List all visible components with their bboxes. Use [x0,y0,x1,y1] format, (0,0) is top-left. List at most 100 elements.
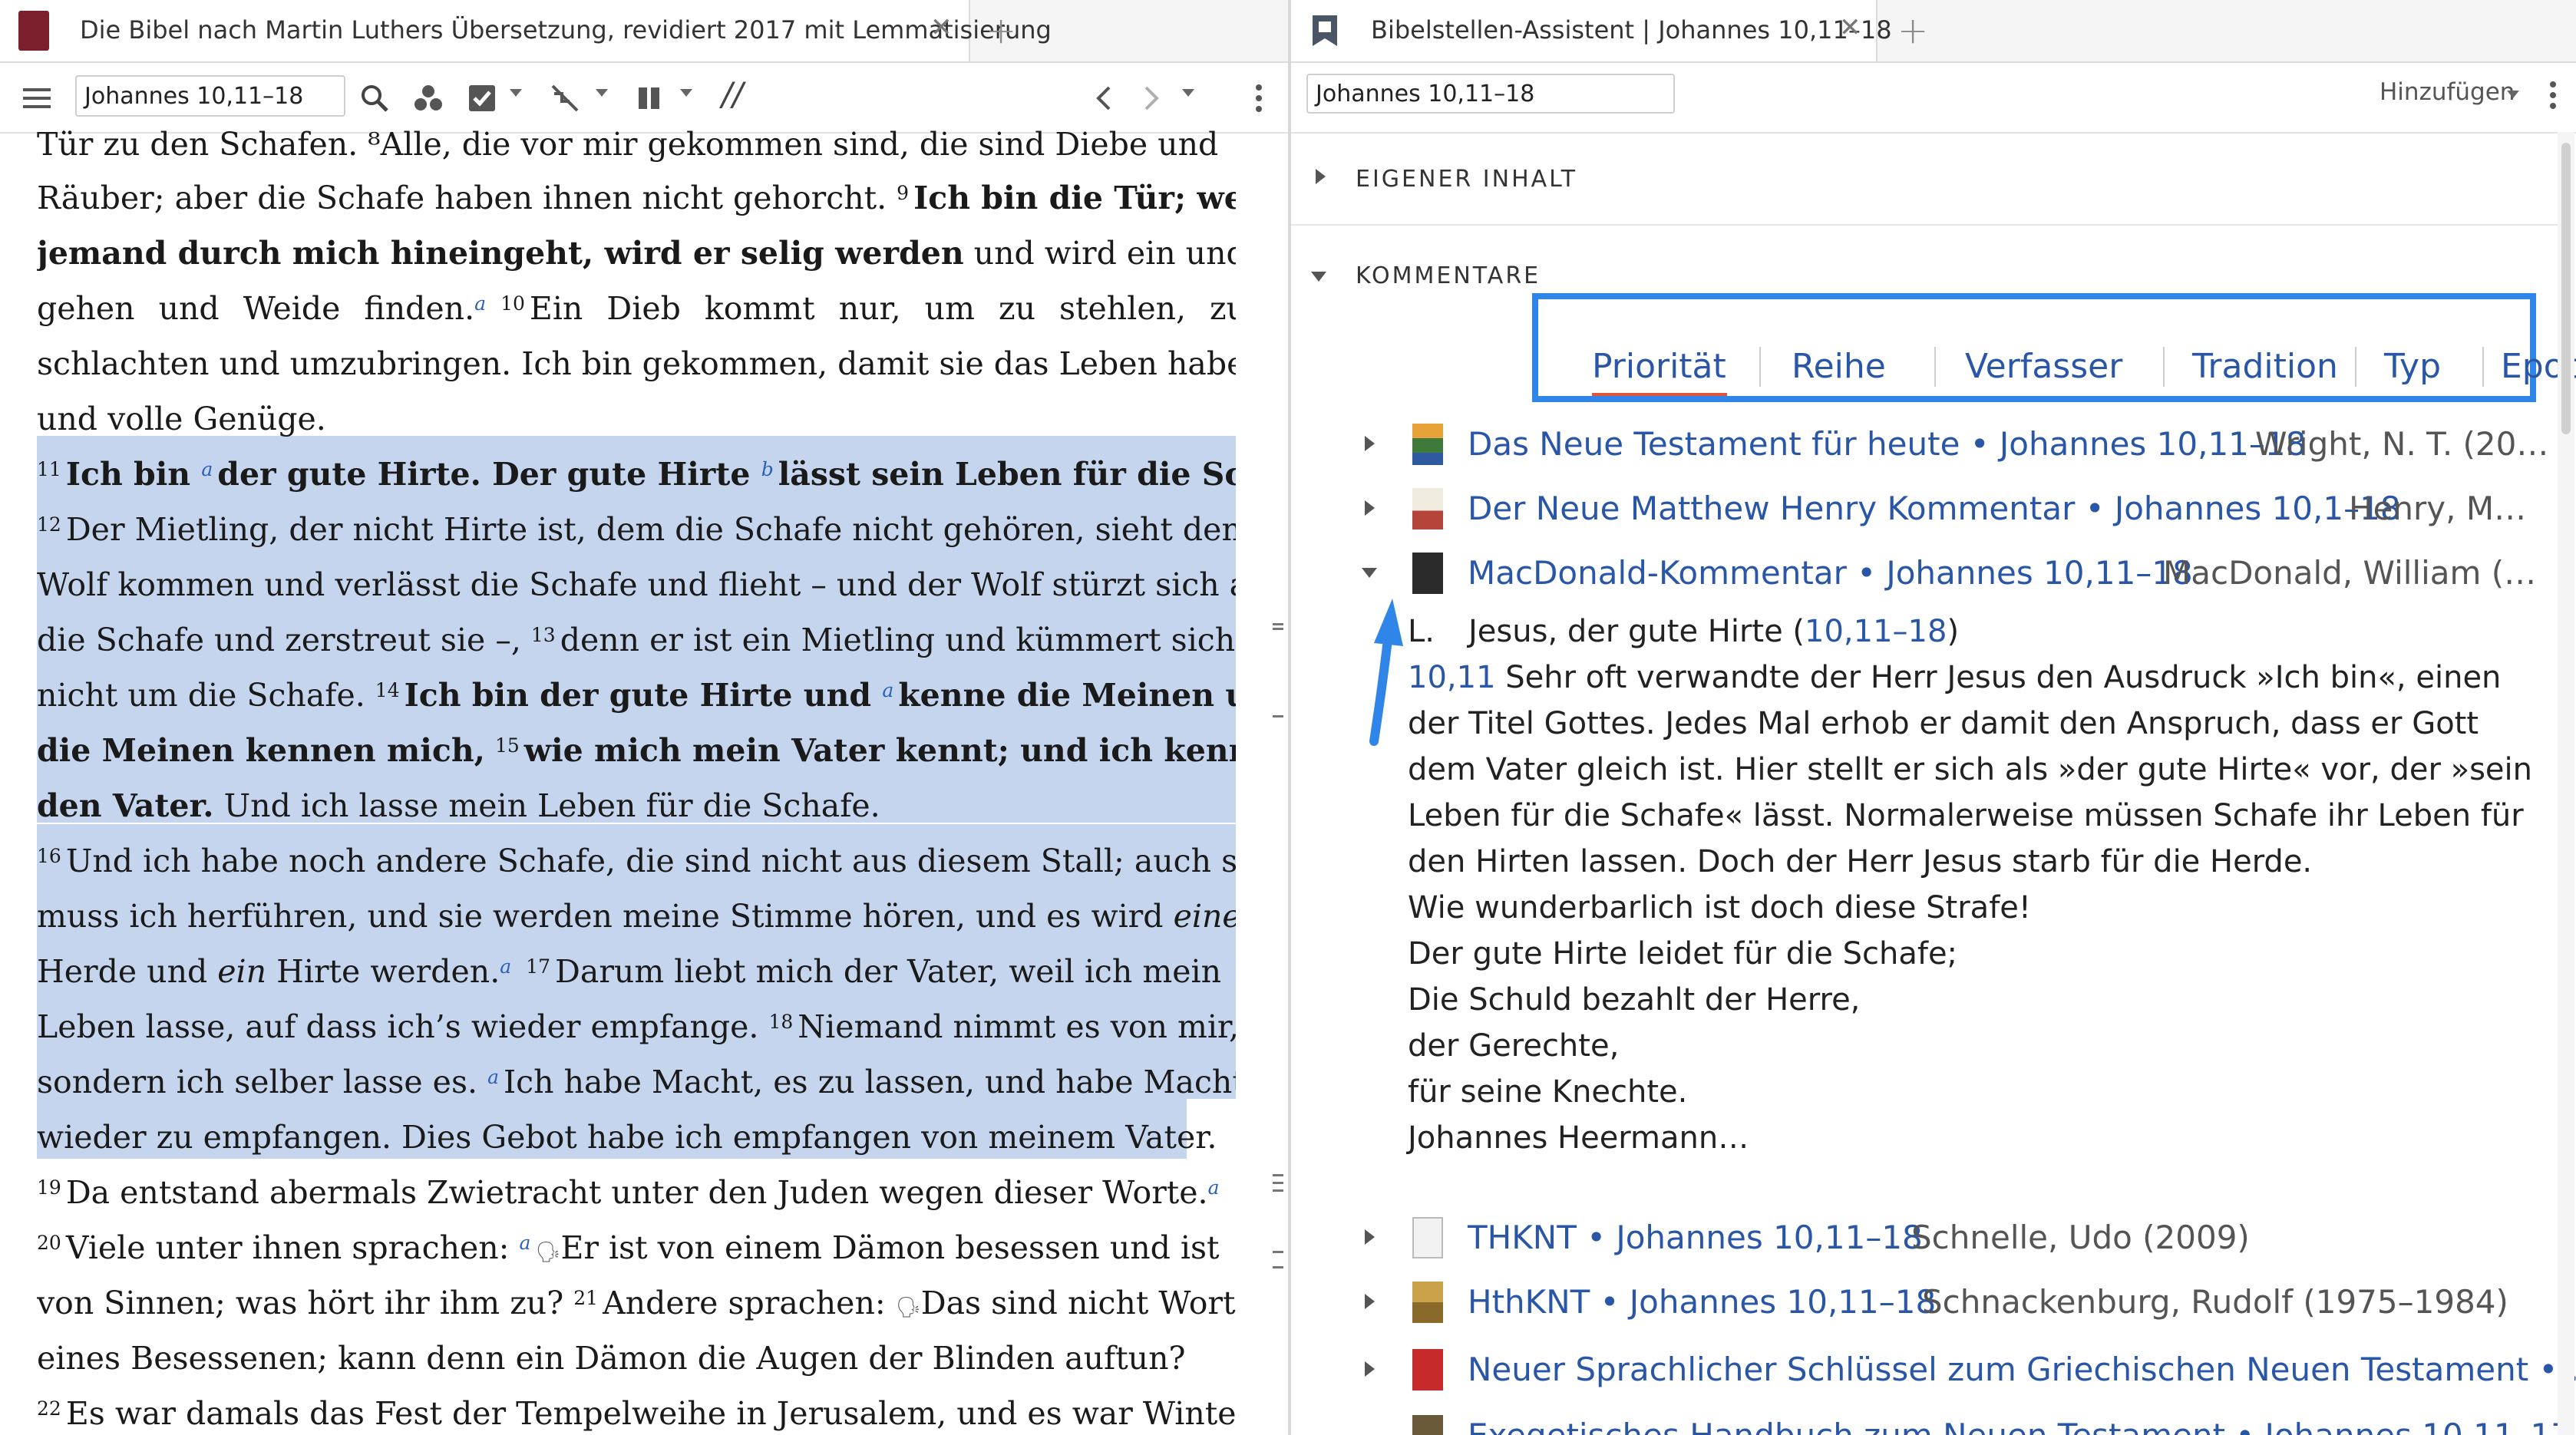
commentary-title[interactable]: Neuer Sprachlicher Schlüssel zum Griechi… [1468,1351,2576,1388]
commentary-title[interactable]: HthKNT • Johannes 10,11–18 [1468,1283,1936,1321]
add-tab-icon[interactable]: + [1897,9,1928,52]
commentary-title[interactable]: MacDonald-Kommentar • Johannes 10,11–18 [1468,554,2193,592]
text-line: sondern ich selber lasse es. a Ich habe M… [37,1064,1236,1100]
text-line: jemand durch mich hineingeht, wird er se… [37,235,1236,272]
add-button[interactable]: Hinzufügen [2379,78,2515,106]
commentary-row[interactable]: THKNT • Johannes 10,11–18 Schnelle, Udo … [1291,1211,2558,1265]
book-cover-icon [1412,488,1443,529]
commentary-author: Schnackenburg, Rudolf (1975–1984) [1922,1283,2508,1321]
columns-icon[interactable] [631,80,668,117]
back-icon[interactable] [1085,80,1122,117]
commentary-row[interactable]: HthKNT • Johannes 10,11–18 Schnackenburg… [1291,1275,2558,1329]
commentary-title[interactable]: Der Neue Matthew Henry Kommentar • Johan… [1468,490,2401,527]
commentary-heading: L. Jesus, der gute Hirte (10,11–18) [1408,614,1960,649]
scroll-marker [1273,1251,1283,1253]
text-line: Herde und ein Hirte werden.a 17 Darum lie… [37,953,1221,990]
bible-tab-title: Die Bibel nach Martin Luthers Übersetzun… [80,15,1052,45]
text-line: 20 Viele unter ihnen sprachen: a 🗣Er ist v… [37,1229,1220,1266]
commentary-text: Die Schuld bezahlt der Herre, [1408,982,1861,1018]
parallel-icon[interactable]: // [722,75,743,113]
commentary-text: 10,11 Sehr oft verwandte der Herr Jesus … [1408,660,2502,695]
text-line: den Vater. Und ich lasse mein Leben für … [37,787,880,824]
text-line: die Meinen kennen mich, 15 wie mich mein … [37,732,1236,769]
commentary-title[interactable]: Exegetisches Handbuch zum Neuen Testamen… [1468,1417,2571,1435]
text-line: nicht um die Schafe. 14 Ich bin der gute … [37,677,1236,714]
text-line: Wolf kommen und verlässt die Schafe und … [37,566,1236,603]
sort-tab-author[interactable]: Verfasser [1965,347,2122,386]
more-options-icon[interactable] [1240,80,1277,117]
scroll-marker [1273,623,1283,625]
book-cover-icon [1412,1282,1443,1323]
commentary-text: Leben für die Schafe« lässt. Normalerwei… [1408,798,2524,833]
scroll-marker [1273,1182,1283,1184]
text-line: von Sinnen; was hört ihr ihm zu? 21 Ander… [37,1285,1236,1321]
scroll-marker [1273,1266,1283,1268]
text-line: 22 Es war damals das Fest der Tempelweihe… [37,1395,1236,1432]
active-tab-underline [1592,393,1727,396]
passage-guide-pane: Bibelstellen-Assistent | Johannes 10,11–… [1291,0,2576,1435]
commentary-author: Schnelle, Udo (2009) [1911,1219,2250,1256]
add-dropdown-icon[interactable] [2507,91,2519,98]
text-line: 11 Ich bin a der gute Hirte. Der gute Hirt… [37,456,1236,493]
separator [1934,347,1936,387]
text-line: wieder zu empfangen. Dies Gebot habe ich… [37,1119,1217,1156]
commentary-text: für seine Knechte. [1408,1074,1688,1110]
vertical-scrollbar[interactable] [2558,132,2574,1435]
text-line: und volle Genüge. [37,401,326,437]
search-icon[interactable] [356,80,393,117]
passage-guide-toolbar: Johannes 10,11–18 Hinzufügen [1291,63,2576,134]
expand-icon [1316,169,1326,184]
scroll-marker [1273,715,1283,718]
text-line: die Schafe und zerstreut sie –, 13 denn e… [37,622,1236,658]
book-cover-icon [1412,1415,1443,1435]
menu-icon[interactable] [18,80,55,117]
passage-guide-tab[interactable]: Bibelstellen-Assistent | Johannes 10,11–… [1291,0,1892,61]
commentary-text: der Titel Gottes. Jedes Mal erhob er dam… [1408,706,2479,741]
commentary-row[interactable]: Das Neue Testament für heute • Johannes … [1291,417,2558,471]
close-tab-icon[interactable]: ✕ [1839,12,1861,43]
commentary-text: der Gerechte, [1408,1028,1620,1064]
text-line: Leben lasse, auf dass ich’s wieder empfa… [37,1008,1236,1045]
close-tab-icon[interactable]: ✕ [930,12,953,43]
reference-input[interactable]: Johannes 10,11–18 [75,75,345,117]
bible-tab[interactable]: Die Bibel nach Martin Luthers Übersetzun… [0,0,1052,61]
commentary-row-expanded[interactable]: MacDonald-Kommentar • Johannes 10,11–18 … [1291,546,2558,600]
checkbox-dropdown-icon[interactable] [510,89,522,97]
link-off-icon[interactable] [547,80,583,117]
checkbox-icon[interactable] [464,80,500,117]
guide-icon [1313,15,1337,46]
sort-tab-tradition[interactable]: Tradition [2192,347,2338,386]
text-line: eines Besessenen; kann denn ein Dämon di… [37,1340,1186,1377]
commentary-title[interactable]: Das Neue Testament für heute • Johannes … [1468,425,2306,463]
text-line: gehen und Weide finden.a 10 Ein Dieb komm… [37,290,1236,327]
add-tab-icon[interactable]: + [986,9,1016,52]
text-line: muss ich herführen, und sie werden meine… [37,898,1236,935]
right-tab-bar: Bibelstellen-Assistent | Johannes 10,11–… [1291,0,2576,63]
sort-tab-series[interactable]: Reihe [1792,347,1886,386]
visual-filter-icon[interactable] [410,80,447,117]
sort-tab-type[interactable]: Typ [2384,347,2441,386]
book-cover-icon [1412,1349,1443,1390]
more-options-icon[interactable] [2535,77,2571,114]
commentary-row[interactable]: Der Neue Matthew Henry Kommentar • Johan… [1291,482,2558,536]
commentary-text: Johannes Heermann… [1408,1120,1749,1156]
scrollbar-thumb[interactable] [2561,143,2571,434]
sort-tab-priority[interactable]: Priorität [1592,347,1726,386]
commentary-author: MacDonald, William (… [2163,554,2537,592]
speech-icon: 🗣 [535,1241,561,1264]
verse-link[interactable]: 10,11 [1408,660,1496,695]
section-own-content[interactable]: EIGENER INHALT [1291,152,2558,213]
commentary-title[interactable]: THKNT • Johannes 10,11–18 [1468,1219,1923,1256]
history-dropdown-icon[interactable] [1182,89,1194,97]
separator [1759,347,1761,387]
commentary-row[interactable]: Exegetisches Handbuch zum Neuen Testamen… [1291,1409,2571,1435]
section-heading: KOMMENTARE [1356,262,1541,289]
columns-dropdown-icon[interactable] [680,89,692,97]
separator [2163,347,2165,387]
expand-icon [1365,1229,1375,1245]
commentary-row[interactable]: Neuer Sprachlicher Schlüssel zum Griechi… [1291,1343,2576,1397]
passage-guide-tab-title: Bibelstellen-Assistent | Johannes 10,11–… [1371,15,1892,45]
link-dropdown-icon[interactable] [596,89,608,97]
forward-icon[interactable] [1133,80,1170,117]
reference-input[interactable]: Johannes 10,11–18 [1306,74,1675,114]
